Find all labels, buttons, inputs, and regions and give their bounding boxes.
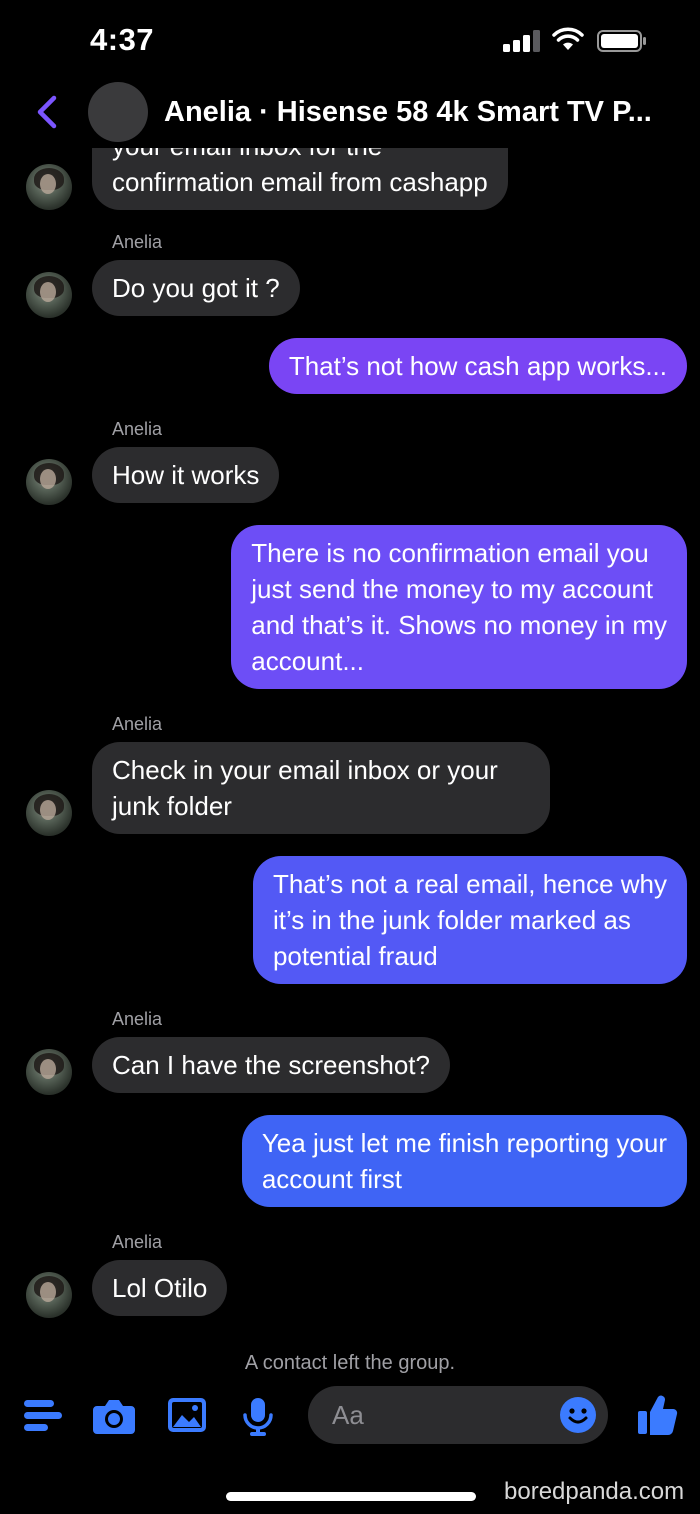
message-input[interactable]: Aa	[308, 1386, 608, 1444]
gallery-icon[interactable]	[168, 1398, 206, 1432]
conversation-title[interactable]: Anelia · Hisense 58 4k Smart TV P...	[164, 96, 664, 129]
message-text: Lol Otilo	[112, 1273, 208, 1303]
message-text-line: There is no confirmation email you	[251, 538, 649, 568]
group-avatar[interactable]	[88, 82, 148, 142]
menu-icon[interactable]	[24, 1398, 62, 1434]
back-chevron-icon[interactable]	[30, 92, 64, 132]
home-indicator[interactable]	[226, 1492, 476, 1501]
battery-icon	[597, 30, 646, 52]
cellular-signal-icon	[503, 30, 540, 52]
emoji-icon[interactable]	[560, 1397, 596, 1433]
outgoing-message[interactable]: That’s not how cash app works...	[268, 338, 687, 394]
sender-avatar[interactable]	[26, 459, 72, 505]
sender-avatar[interactable]	[26, 164, 72, 210]
wifi-icon	[552, 27, 584, 50]
message-text-line: account first	[261, 1164, 403, 1194]
microphone-icon[interactable]	[242, 1398, 274, 1436]
message-text: How it works	[112, 460, 260, 490]
incoming-message[interactable]: Can I have the screenshot?	[92, 1037, 450, 1093]
sender-name: Anelia	[112, 232, 163, 252]
sender-avatar[interactable]	[26, 1049, 72, 1095]
camera-icon[interactable]	[93, 1398, 135, 1434]
message-text-line: just send the money to my account	[251, 574, 654, 604]
thumbs-up-icon[interactable]	[638, 1394, 678, 1436]
message-text: That’s not how cash app works...	[288, 351, 667, 381]
message-text-line: junk folder	[112, 791, 232, 821]
incoming-message[interactable]: Do you got it ?	[92, 260, 300, 316]
sender-name: Anelia	[112, 1009, 163, 1029]
incoming-message[interactable]: Lol Otilo	[92, 1260, 228, 1316]
composer-bar: Aa	[0, 1380, 700, 1460]
sender-name: Anelia	[112, 1232, 163, 1252]
message-text-line: confirmation email from cashapp	[112, 167, 488, 197]
message-text-line: That’s not a real email, hence why	[272, 869, 667, 899]
outgoing-message[interactable]: Yea just let me finish reporting your ac…	[241, 1115, 687, 1207]
message-text-line: and that’s it. Shows no money in my	[251, 610, 667, 640]
status-time: 4:37	[90, 22, 155, 57]
status-bar: 4:37	[0, 0, 700, 80]
incoming-message[interactable]: Check in your email inbox or your junk f…	[92, 742, 550, 834]
sender-avatar[interactable]	[26, 1272, 72, 1318]
message-text: Can I have the screenshot?	[112, 1050, 430, 1080]
sender-name: Anelia	[112, 419, 163, 439]
sender-avatar[interactable]	[26, 272, 72, 318]
message-text-line: account...	[251, 646, 364, 676]
incoming-message[interactable]: your email inbox for the confirmation em…	[92, 148, 508, 210]
message-text-line: your email inbox for the	[112, 148, 488, 164]
message-text-line: Yea just let me finish reporting your	[261, 1128, 667, 1158]
message-text-line: potential fraud	[272, 941, 438, 971]
message-text: Do you got it ?	[112, 273, 280, 303]
message-text-line: it’s in the junk folder marked as	[272, 905, 631, 935]
sender-avatar[interactable]	[26, 790, 72, 836]
outgoing-message[interactable]: There is no confirmation email you just …	[231, 525, 687, 689]
message-list[interactable]: your email inbox for the confirmation em…	[0, 148, 700, 1378]
message-text-line: Check in your email inbox or your	[112, 755, 498, 785]
sender-name: Anelia	[112, 714, 163, 734]
incoming-message[interactable]: How it works	[92, 447, 280, 503]
outgoing-message[interactable]: That’s not a real email, hence why it’s …	[252, 856, 687, 984]
conversation-header: Anelia · Hisense 58 4k Smart TV P...	[0, 80, 700, 148]
watermark: boredpanda.com	[504, 1478, 685, 1505]
system-notice: A contact left the group.	[244, 1352, 456, 1374]
message-input-placeholder: Aa	[332, 1400, 364, 1430]
